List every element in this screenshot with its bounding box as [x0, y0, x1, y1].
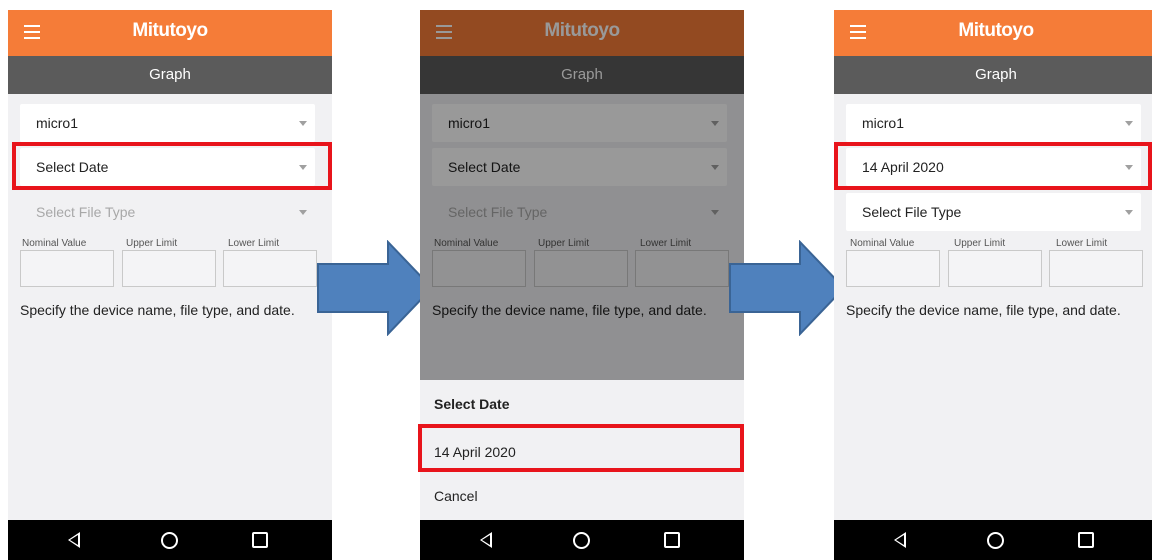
app-bar: Mitutoyo [8, 10, 332, 56]
back-icon[interactable] [68, 532, 80, 548]
upper-limit-label: Upper Limit [126, 238, 178, 249]
app-bar: Mitutoyo [834, 10, 1152, 56]
nominal-value-field[interactable] [20, 250, 114, 287]
home-icon[interactable] [987, 532, 1004, 549]
caret-down-icon [299, 210, 307, 215]
caret-down-icon [1125, 121, 1133, 126]
android-nav-bar [834, 520, 1152, 560]
nominal-value-field[interactable] [846, 250, 940, 287]
file-type-dropdown-value: Select File Type [36, 204, 136, 220]
recents-icon[interactable] [252, 532, 268, 548]
caret-down-icon [1125, 210, 1133, 215]
upper-limit-label: Upper Limit [954, 238, 1006, 249]
device-dropdown[interactable]: micro1 [20, 104, 315, 142]
instruction-message: Specify the device name, file type, and … [846, 302, 1121, 318]
sheet-title: Select Date [434, 396, 510, 412]
back-icon[interactable] [480, 532, 492, 548]
file-type-dropdown: Select File Type [20, 193, 315, 231]
highlight-box-selected-date [834, 142, 1152, 190]
arrow-right-icon [317, 240, 434, 336]
lower-limit-field[interactable] [1049, 250, 1143, 287]
screen-1-date-unselected: Mitutoyo Graph micro1 Select Date Select… [8, 10, 332, 560]
page-title: Graph [8, 56, 332, 94]
home-icon[interactable] [161, 532, 178, 549]
file-type-dropdown[interactable]: Select File Type [846, 193, 1141, 231]
cancel-button[interactable]: Cancel [434, 488, 478, 504]
recents-icon[interactable] [664, 532, 680, 548]
nominal-value-label: Nominal Value [22, 238, 87, 249]
page-title: Graph [834, 56, 1152, 94]
brand-logo: Mitutoyo [958, 20, 1034, 41]
screen-3-date-selected: Mitutoyo Graph micro1 14 April 2020 Sele… [834, 10, 1152, 560]
modal-scrim[interactable] [420, 10, 744, 380]
back-icon[interactable] [894, 532, 906, 548]
caret-down-icon [299, 121, 307, 126]
android-nav-bar [420, 520, 744, 560]
lower-limit-field[interactable] [223, 250, 317, 287]
highlight-box-date-dropdown [12, 142, 332, 190]
nominal-value-label: Nominal Value [850, 238, 915, 249]
device-dropdown[interactable]: micro1 [846, 104, 1141, 142]
instruction-message: Specify the device name, file type, and … [20, 302, 295, 318]
screen-2-date-picker-open: Mitutoyo Graph micro1 Select Date Select… [420, 10, 744, 560]
android-nav-bar [8, 520, 332, 560]
arrow-right-icon [729, 240, 846, 336]
lower-limit-label: Lower Limit [1056, 238, 1108, 249]
highlight-box-date-option [418, 424, 744, 472]
home-icon[interactable] [573, 532, 590, 549]
recents-icon[interactable] [1078, 532, 1094, 548]
lower-limit-label: Lower Limit [228, 238, 280, 249]
upper-limit-field[interactable] [122, 250, 216, 287]
brand-logo: Mitutoyo [132, 20, 208, 41]
device-dropdown-value: micro1 [862, 115, 905, 131]
device-dropdown-value: micro1 [36, 115, 79, 131]
upper-limit-field[interactable] [948, 250, 1042, 287]
file-type-dropdown-value: Select File Type [862, 204, 962, 220]
